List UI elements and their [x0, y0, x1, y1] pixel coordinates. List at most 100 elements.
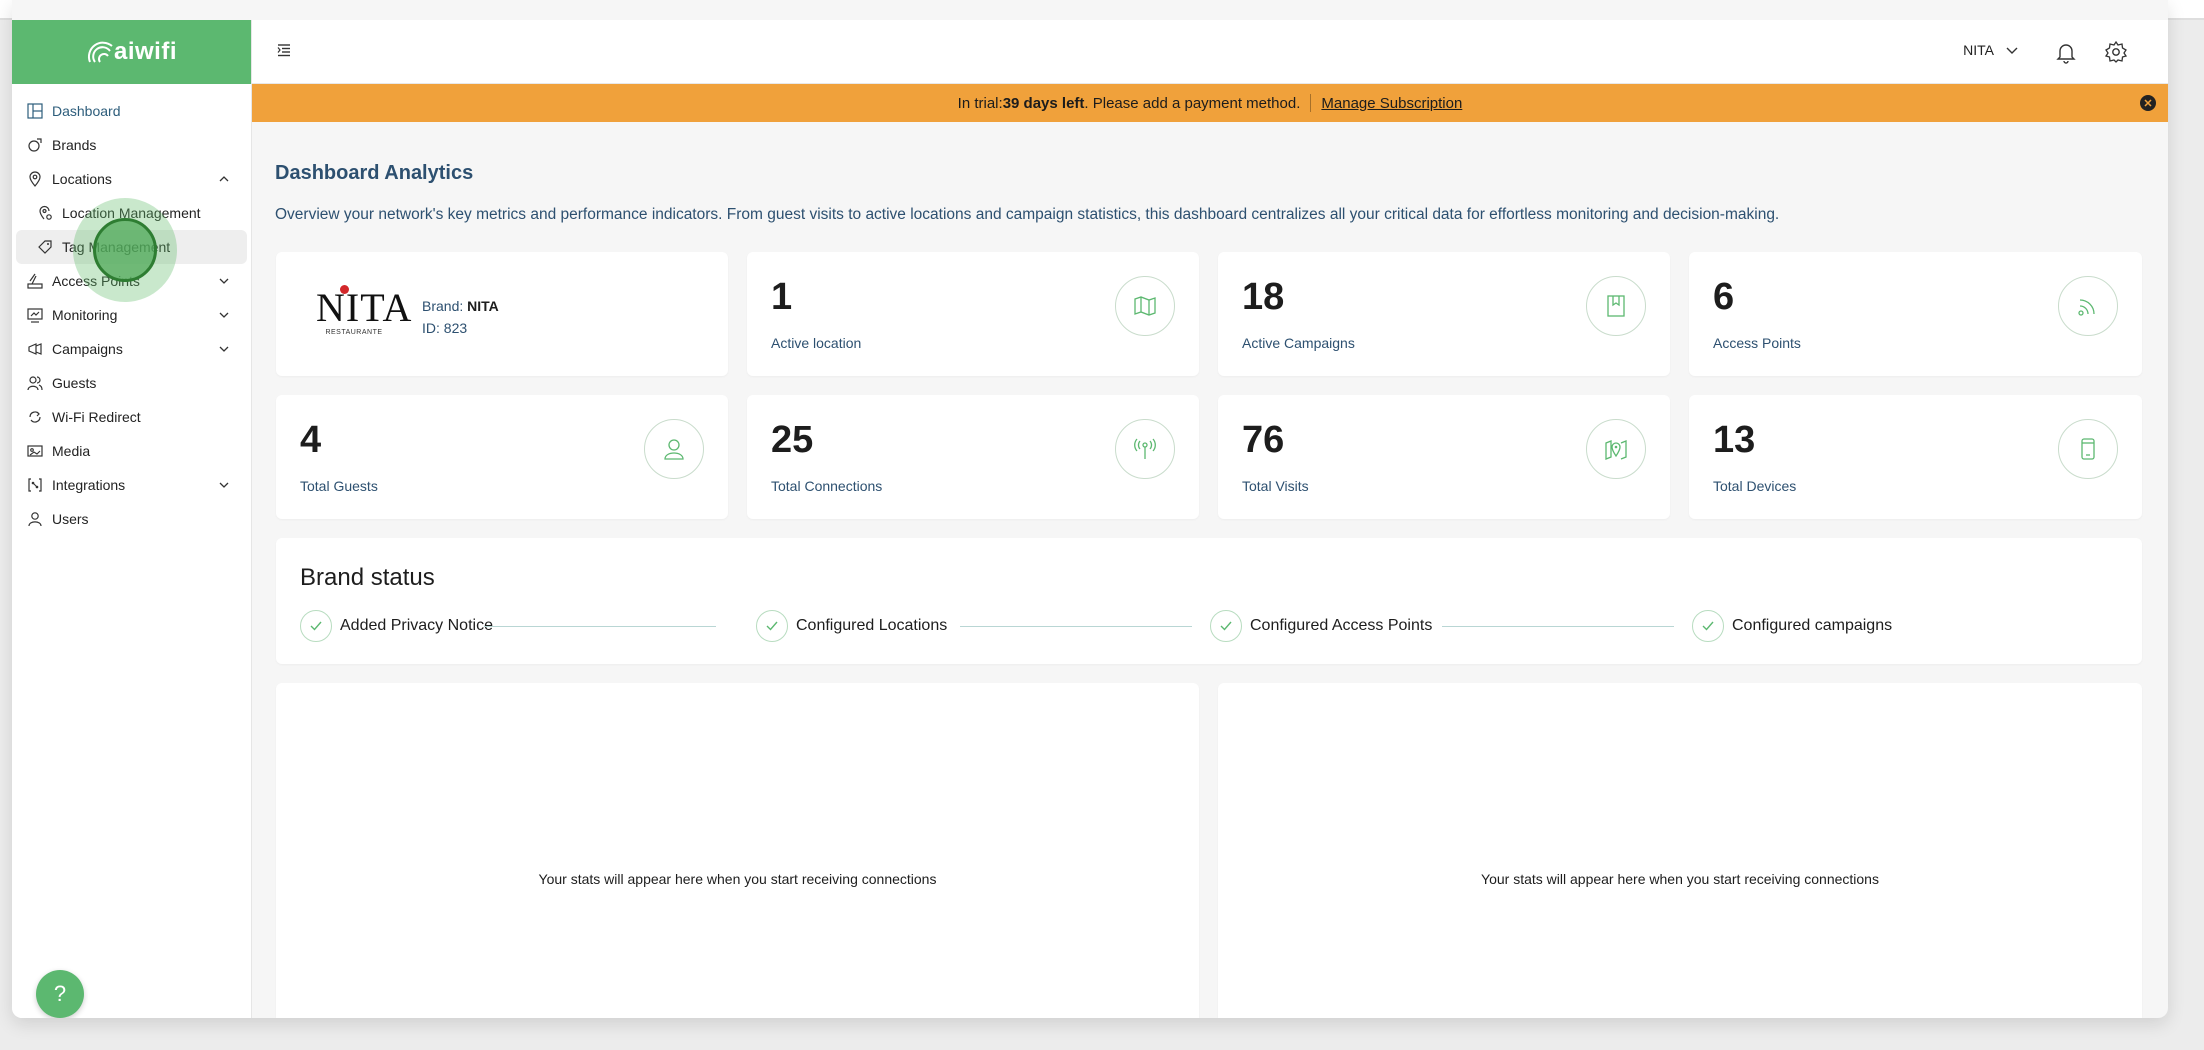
- sidebar-item-dashboard[interactable]: Dashboard: [12, 94, 251, 128]
- stat-value: 25: [771, 419, 814, 461]
- stat-label: Active Campaigns: [1242, 335, 1355, 351]
- chevron-down-icon: [217, 478, 231, 492]
- manage-subscription-link[interactable]: Manage Subscription: [1321, 95, 1462, 112]
- page-title: Dashboard Analytics: [275, 162, 474, 184]
- stat-card-total-guests[interactable]: 4 Total Guests: [276, 395, 728, 519]
- banner-divider: [1310, 94, 1312, 112]
- sidebar-item-label: Users: [52, 511, 89, 527]
- sidebar-item-locations[interactable]: Locations: [12, 162, 251, 196]
- stat-value: 18: [1242, 276, 1285, 318]
- check-icon: [1692, 610, 1724, 642]
- sidebar-nav: Dashboard Brands Locations Location Mana…: [12, 84, 251, 536]
- sidebar-item-integrations[interactable]: Integrations: [12, 468, 251, 502]
- app-logo: aiwifi: [86, 38, 177, 66]
- stat-value: 13: [1713, 419, 1756, 461]
- top-header: NITA: [252, 20, 2168, 84]
- empty-stats-message: Your stats will appear here when you sta…: [538, 871, 937, 887]
- sidebar-item-brands[interactable]: Brands: [12, 128, 251, 162]
- step-label: Configured campaigns: [1732, 617, 1893, 634]
- logo-red-dot: [340, 285, 349, 294]
- sidebar-item-label: Monitoring: [52, 307, 118, 323]
- user-icon: [644, 419, 704, 479]
- stat-card-access-points[interactable]: 6 Access Points: [1689, 252, 2142, 376]
- dashboard-icon: [26, 102, 44, 120]
- wifi-signal-icon: [2058, 276, 2118, 336]
- stat-label: Active location: [771, 335, 862, 351]
- sidebar-item-label: Wi-Fi Redirect: [52, 409, 141, 425]
- stat-card-total-visits[interactable]: 76 Total Visits: [1218, 395, 1670, 519]
- sidebar-item-label: Guests: [52, 375, 97, 391]
- page-description: Overview your network's key metrics and …: [275, 206, 1780, 223]
- chevron-down-icon: [217, 308, 231, 322]
- sidebar-item-location-management[interactable]: Location Management: [12, 196, 251, 230]
- sidebar-item-label: Locations: [52, 171, 112, 187]
- sidebar-item-media[interactable]: Media: [12, 434, 251, 468]
- sidebar-item-users[interactable]: Users: [12, 502, 251, 536]
- close-banner-icon[interactable]: ✕: [2140, 95, 2156, 111]
- step-connector: [960, 626, 1192, 627]
- sidebar-item-access-points[interactable]: Access Points: [12, 264, 251, 298]
- brand-logo-subtitle: RESTAURANTE: [325, 329, 383, 336]
- status-step-privacy: Added Privacy Notice: [300, 610, 493, 642]
- sidebar-item-label: Brands: [52, 137, 97, 153]
- stat-card-active-campaigns[interactable]: 18 Active Campaigns: [1218, 252, 1670, 376]
- sidebar-item-label: Tag Management: [62, 239, 171, 255]
- brand-id: ID: 823: [422, 320, 468, 336]
- stat-value: 4: [300, 419, 322, 461]
- monitor-icon: [26, 306, 44, 324]
- redirect-icon: [26, 408, 44, 426]
- trial-days-left: 39 days left: [1002, 94, 1085, 112]
- step-label: Configured Access Points: [1250, 617, 1433, 634]
- help-button[interactable]: ?: [36, 970, 84, 1018]
- location-settings-icon: [36, 204, 54, 222]
- stat-card-active-location[interactable]: 1 Active location: [747, 252, 1199, 376]
- media-icon: [26, 442, 44, 460]
- integrations-icon: [26, 476, 44, 494]
- sidebar-item-label: Access Points: [52, 273, 140, 289]
- mobile-device-icon: [2058, 419, 2118, 479]
- stats-panel-right: Your stats will appear here when you sta…: [1218, 683, 2142, 1018]
- logo-bar[interactable]: aiwifi: [12, 20, 251, 84]
- sidebar-item-label: Integrations: [52, 477, 126, 493]
- chevron-down-icon: [217, 274, 231, 288]
- brand-label: Brand:: [422, 298, 468, 314]
- gear-icon[interactable]: [2104, 40, 2128, 64]
- step-label: Added Privacy Notice: [340, 617, 493, 634]
- user-menu[interactable]: NITA: [1963, 42, 2018, 58]
- step-connector: [1442, 626, 1674, 627]
- stat-value: 6: [1713, 276, 1735, 318]
- stat-label: Total Devices: [1713, 478, 1797, 494]
- sidebar-item-wifi-redirect[interactable]: Wi-Fi Redirect: [12, 400, 251, 434]
- sidebar-item-label: Media: [52, 443, 91, 459]
- tag-icon: [36, 238, 54, 256]
- sidebar-item-label: Dashboard: [52, 103, 121, 119]
- sidebar-item-tag-management[interactable]: Tag Management: [16, 230, 247, 264]
- stat-label: Total Visits: [1242, 478, 1309, 494]
- trial-prefix: In trial:: [957, 94, 1003, 112]
- sidebar-item-guests[interactable]: Guests: [12, 366, 251, 400]
- status-step-access-points: Configured Access Points: [1210, 610, 1432, 642]
- brand-value: NITA: [467, 298, 499, 314]
- stat-card-total-connections[interactable]: 25 Total Connections: [747, 395, 1199, 519]
- menu-toggle-icon[interactable]: [276, 42, 296, 62]
- brand-card[interactable]: NITA RESTAURANTE Brand: NITA ID: 823: [276, 252, 728, 376]
- logo-text: aiwifi: [113, 38, 177, 65]
- step-connector: [484, 626, 716, 627]
- check-icon: [756, 610, 788, 642]
- sidebar-item-campaigns[interactable]: Campaigns: [12, 332, 251, 366]
- stats-panel-left: Your stats will appear here when you sta…: [276, 683, 1199, 1018]
- status-step-locations: Configured Locations: [756, 610, 947, 642]
- location-pin-icon: [26, 170, 44, 188]
- user-name: NITA: [1963, 42, 1994, 58]
- bell-icon[interactable]: [2054, 40, 2078, 64]
- empty-stats-message: Your stats will appear here when you sta…: [1481, 871, 1879, 887]
- sidebar: aiwifi Dashboard Brands Locations Locati…: [12, 20, 252, 1018]
- stat-value: 1: [771, 276, 793, 318]
- stat-card-total-devices[interactable]: 13 Total Devices: [1689, 395, 2142, 519]
- sidebar-item-monitoring[interactable]: Monitoring: [12, 298, 251, 332]
- antenna-icon: [1115, 419, 1175, 479]
- trial-suffix: . Please add a payment method.: [1084, 94, 1301, 112]
- status-step-campaigns: Configured campaigns: [1692, 610, 1892, 642]
- users-icon: [26, 374, 44, 392]
- brand-logo-name: NITA: [316, 285, 413, 330]
